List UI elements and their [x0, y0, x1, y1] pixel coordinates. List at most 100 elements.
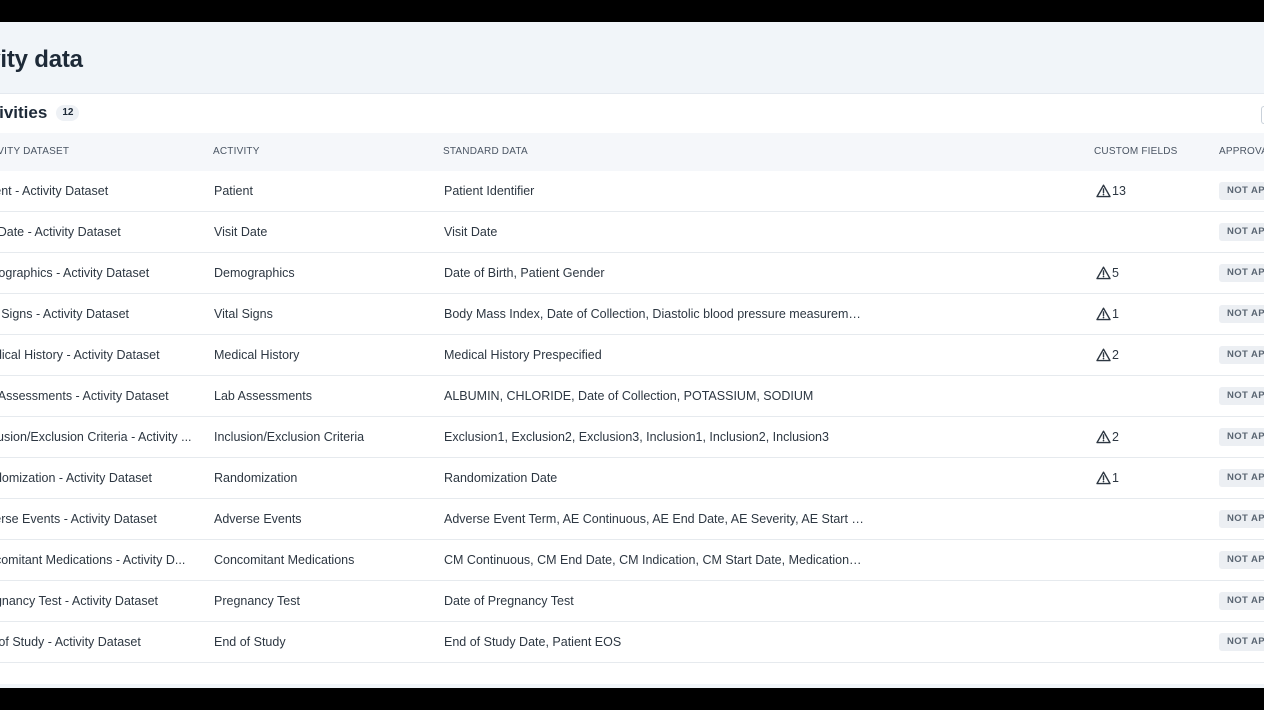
cell-standard-data: Exclusion1, Exclusion2, Exclusion3, Incl… [444, 430, 829, 444]
cell-standard-data: ALBUMIN, CHLORIDE, Date of Collection, P… [444, 389, 814, 403]
warning-triangle-icon [1096, 307, 1111, 321]
activities-card: ctivities 12 TIVITY DATASET ACTIVITY STA… [0, 93, 1264, 684]
cell-activity: Visit Date [214, 225, 268, 239]
cell-standard-data: Medical History Prespecified [444, 348, 602, 362]
app-frame: tivity data ctivities 12 TIVITY DATASET … [0, 22, 1264, 688]
cell-standard-data: Date of Pregnancy Test [444, 594, 574, 608]
page-title: tivity data [0, 46, 83, 73]
section-title: ctivities [0, 103, 48, 122]
cell-approval: NOT AP [1219, 212, 1264, 252]
column-header-standard-data[interactable]: STANDARD DATA [443, 133, 743, 171]
cell-standard-data: Patient Identifier [444, 184, 535, 198]
cell-custom-fields: 13 [1096, 171, 1196, 211]
cell-activity-dataset: verse Events - Activity Dataset [0, 512, 157, 526]
approval-status-badge: NOT AP [1219, 510, 1264, 528]
cell-approval: NOT AP [1219, 335, 1264, 375]
cell-standard-data: CM Continuous, CM End Date, CM Indicatio… [444, 553, 864, 567]
approval-status-badge: NOT AP [1219, 264, 1264, 282]
cell-activity: Medical History [214, 348, 300, 362]
cell-standard-data: Date of Birth, Patient Gender [444, 266, 605, 280]
table-row[interactable]: egnancy Test - Activity Dataset Pregnanc… [0, 581, 1264, 622]
cell-standard-data: Randomization Date [444, 471, 558, 485]
cell-activity: End of Study [214, 635, 286, 649]
approval-status-badge: NOT AP [1219, 305, 1264, 323]
cell-custom-fields: 2 [1096, 335, 1196, 375]
cell-custom-fields [1096, 622, 1196, 662]
cell-activity-dataset: ncomitant Medications - Activity D... [0, 553, 186, 567]
cell-activity: Randomization [214, 471, 298, 485]
cell-approval: NOT AP [1219, 581, 1264, 621]
custom-field-count: 13 [1112, 184, 1126, 198]
table-row[interactable]: ncomitant Medications - Activity D... Co… [0, 540, 1264, 581]
table-row[interactable]: al Signs - Activity Dataset Vital Signs … [0, 294, 1264, 335]
warning-triangle-icon [1096, 430, 1111, 444]
cell-activity-dataset: it Date - Activity Dataset [0, 225, 121, 239]
cell-activity: Pregnancy Test [214, 594, 300, 608]
cell-custom-fields [1096, 581, 1196, 621]
cell-custom-fields: 1 [1096, 294, 1196, 334]
column-header-approval[interactable]: APPROVA [1219, 133, 1264, 171]
warning-triangle-icon [1096, 266, 1111, 280]
cell-activity-dataset: b Assessments - Activity Dataset [0, 389, 169, 403]
cell-activity: Patient [214, 184, 253, 198]
cell-activity: Lab Assessments [214, 389, 312, 403]
cell-activity-dataset: mographics - Activity Dataset [0, 266, 150, 280]
approval-status-badge: NOT AP [1219, 346, 1264, 364]
cell-approval: NOT AP [1219, 622, 1264, 662]
cell-standard-data: Body Mass Index, Date of Collection, Dia… [444, 307, 864, 321]
cell-activity-dataset: tient - Activity Dataset [0, 184, 109, 198]
cell-activity: Demographics [214, 266, 295, 280]
approval-status-badge: NOT AP [1219, 428, 1264, 446]
warning-triangle-icon [1096, 184, 1111, 198]
cell-activity: Concomitant Medications [214, 553, 355, 567]
cell-standard-data: End of Study Date, Patient EOS [444, 635, 622, 649]
table-row[interactable]: b Assessments - Activity Dataset Lab Ass… [0, 376, 1264, 417]
table-row[interactable]: it Date - Activity Dataset Visit Date Vi… [0, 212, 1264, 253]
custom-field-count: 1 [1112, 471, 1119, 485]
table-header: TIVITY DATASET ACTIVITY STANDARD DATA CU… [0, 133, 1264, 171]
warning-triangle-icon [1096, 471, 1111, 485]
cell-custom-fields [1096, 376, 1196, 416]
cell-custom-fields [1096, 499, 1196, 539]
cell-approval: NOT AP [1219, 540, 1264, 580]
cell-approval: NOT AP [1219, 376, 1264, 416]
column-header-custom-fields[interactable]: CUSTOM FIELDS [1094, 133, 1204, 171]
table-row[interactable]: clusion/Exclusion Criteria - Activity ..… [0, 417, 1264, 458]
cell-activity-dataset: egnancy Test - Activity Dataset [0, 594, 158, 608]
approval-status-badge: NOT AP [1219, 551, 1264, 569]
column-header-activity[interactable]: ACTIVITY [213, 133, 413, 171]
table-row[interactable]: tient - Activity Dataset Patient Patient… [0, 171, 1264, 212]
table-row[interactable]: d of Study - Activity Dataset End of Stu… [0, 622, 1264, 663]
cell-approval: NOT AP [1219, 417, 1264, 457]
table-body: tient - Activity Dataset Patient Patient… [0, 171, 1264, 663]
approval-status-badge: NOT AP [1219, 387, 1264, 405]
cell-activity-dataset: ndomization - Activity Dataset [0, 471, 152, 485]
column-header-activity-dataset[interactable]: TIVITY DATASET [0, 133, 188, 171]
table-row[interactable]: ndomization - Activity Dataset Randomiza… [0, 458, 1264, 499]
table-row[interactable]: verse Events - Activity Dataset Adverse … [0, 499, 1264, 540]
cell-standard-data: Adverse Event Term, AE Continuous, AE En… [444, 512, 864, 526]
approval-status-badge: NOT AP [1219, 592, 1264, 610]
cell-activity: Vital Signs [214, 307, 273, 321]
custom-field-count: 5 [1112, 266, 1119, 280]
cell-custom-fields: 5 [1096, 253, 1196, 293]
approval-status-badge: NOT AP [1219, 223, 1264, 241]
cell-activity-dataset: clusion/Exclusion Criteria - Activity ..… [0, 430, 192, 444]
warning-triangle-icon [1096, 348, 1111, 362]
cell-standard-data: Visit Date [444, 225, 498, 239]
approval-status-badge: NOT AP [1219, 469, 1264, 487]
cell-activity-dataset: al Signs - Activity Dataset [0, 307, 130, 321]
table-row[interactable]: edical History - Activity Dataset Medica… [0, 335, 1264, 376]
cell-approval: NOT AP [1219, 499, 1264, 539]
section-header: ctivities 12 [0, 102, 80, 124]
cell-activity: Inclusion/Exclusion Criteria [214, 430, 365, 444]
approval-status-badge: NOT AP [1219, 182, 1264, 200]
cell-approval: NOT AP [1219, 294, 1264, 334]
cell-activity-dataset: edical History - Activity Dataset [0, 348, 160, 362]
custom-field-count: 2 [1112, 430, 1119, 444]
cell-custom-fields [1096, 540, 1196, 580]
cell-activity-dataset: d of Study - Activity Dataset [0, 635, 141, 649]
table-row[interactable]: mographics - Activity Dataset Demographi… [0, 253, 1264, 294]
cell-custom-fields: 1 [1096, 458, 1196, 498]
cell-activity: Adverse Events [214, 512, 302, 526]
